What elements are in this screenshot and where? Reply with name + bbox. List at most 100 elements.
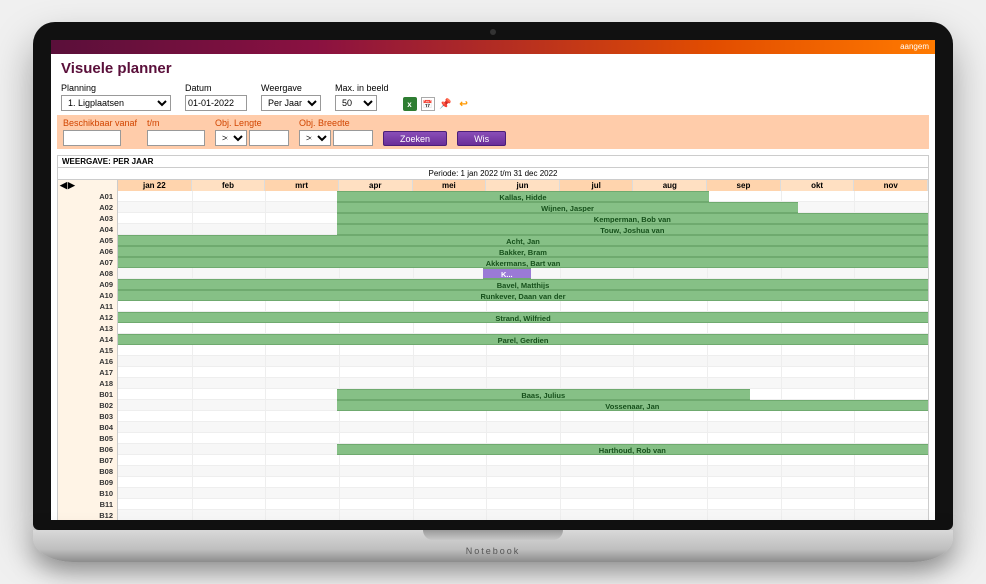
back-arrow-icon[interactable]: ↩ (457, 97, 471, 111)
periode-label: Periode: (429, 169, 459, 178)
beschikbaar-to-input[interactable] (147, 130, 205, 146)
pin-icon[interactable]: 📌 (439, 97, 453, 111)
row-label: B02 (58, 400, 118, 411)
row-label: B10 (58, 488, 118, 499)
row-label: A18 (58, 378, 118, 389)
gantt-bar[interactable]: Bakker, Bram (118, 246, 928, 257)
weergave-select[interactable]: Per Jaar (261, 95, 321, 111)
gantt-bar[interactable]: Acht, Jan (118, 235, 928, 246)
row-label: B06 (58, 444, 118, 455)
gantt-row: A01Kallas, Hidde (58, 191, 928, 202)
app-top-bar: aangem (51, 40, 935, 54)
gantt-row: A08K... (58, 268, 928, 279)
planning-select[interactable]: 1. Ligplaatsen (61, 95, 171, 111)
gantt-row: A05Acht, Jan (58, 235, 928, 246)
gantt-bar[interactable]: Harthoud, Rob van (337, 444, 928, 455)
beschikbaar-label: Beschikbaar vanaf (63, 118, 137, 128)
gantt-bar[interactable]: Touw, Joshua van (337, 224, 928, 235)
gantt-bar[interactable]: K... (483, 268, 532, 279)
scroll-left-icon[interactable]: ◀ (60, 180, 67, 191)
gantt-row: A14Parel, Gerdien (58, 334, 928, 345)
month-header-cell: apr (339, 180, 413, 191)
row-label: A05 (58, 235, 118, 246)
gantt-row: A15 (58, 345, 928, 356)
row-label: A11 (58, 301, 118, 312)
datum-input[interactable] (185, 95, 247, 111)
gantt-row: B02 Vossenaar, Jan (58, 400, 928, 411)
gantt-row: A13 (58, 323, 928, 334)
gantt-row: B01Baas, Julius (58, 389, 928, 400)
topbar-right-text: aangem (900, 42, 929, 51)
wis-button[interactable]: Wis (457, 131, 506, 146)
row-label: A16 (58, 356, 118, 367)
gantt-row: A17 (58, 367, 928, 378)
month-header-cell: mrt (265, 180, 339, 191)
export-excel-icon[interactable]: x (403, 97, 417, 111)
datum-label: Datum (185, 83, 247, 93)
month-header-cell: jul (560, 180, 634, 191)
gantt-row: B07 (58, 455, 928, 466)
gantt-row: B05 (58, 433, 928, 444)
row-label: B07 (58, 455, 118, 466)
gantt-bar[interactable]: Vossenaar, Jan (337, 400, 928, 411)
month-header-cell: okt (781, 180, 855, 191)
breedte-input[interactable] (333, 130, 373, 146)
calendar-icon[interactable]: 📅 (421, 97, 435, 111)
gantt-bar[interactable]: Kallas, Hidde (337, 191, 710, 202)
row-label: B04 (58, 422, 118, 433)
lengte-label: Obj. Lengte (215, 118, 289, 128)
row-label: A17 (58, 367, 118, 378)
laptop-brand: Notebook (466, 546, 521, 556)
search-controls: Beschikbaar vanaf t/m Obj. Lengte >= Obj… (57, 115, 929, 149)
gantt-bar[interactable]: Baas, Julius (337, 389, 750, 400)
max-label: Max. in beeld (335, 83, 389, 93)
gantt-row: B10 (58, 488, 928, 499)
gantt-bar[interactable]: Runkever, Daan van der (118, 290, 928, 301)
gantt-chart: WEERGAVE: PER JAAR Periode: 1 jan 2022 t… (57, 155, 929, 520)
gantt-row: A18 (58, 378, 928, 389)
row-label: A14 (58, 334, 118, 345)
row-label: A03 (58, 213, 118, 224)
month-header-cell: aug (633, 180, 707, 191)
breedte-label: Obj. Breedte (299, 118, 373, 128)
lengte-cmp[interactable]: >= (215, 130, 247, 146)
gantt-bar[interactable]: Parel, Gerdien (118, 334, 928, 345)
row-label: A07 (58, 257, 118, 268)
gantt-bar[interactable]: Strand, Wilfried (118, 312, 928, 323)
month-header-cell: feb (192, 180, 266, 191)
gantt-bar[interactable]: Akkermans, Bart van (118, 257, 928, 268)
gantt-row: B09 (58, 477, 928, 488)
gantt-row: A03 Kemperman, Bob van (58, 213, 928, 224)
gantt-row: A12Strand, Wilfried (58, 312, 928, 323)
row-label: A06 (58, 246, 118, 257)
gantt-bar[interactable]: Wijnen, Jasper (337, 202, 799, 213)
month-header-cell: mei (413, 180, 487, 191)
gantt-row: A09Bavel, Matthijs (58, 279, 928, 290)
row-label: B12 (58, 510, 118, 520)
weergave-label: Weergave (261, 83, 321, 93)
tm-label: t/m (147, 118, 205, 128)
row-label: B09 (58, 477, 118, 488)
beschikbaar-from-input[interactable] (63, 130, 121, 146)
row-label: B05 (58, 433, 118, 444)
row-label: B08 (58, 466, 118, 477)
gantt-bar[interactable]: Kemperman, Bob van (337, 213, 928, 224)
gantt-row: A04Touw, Joshua van (58, 224, 928, 235)
gantt-row: A06Bakker, Bram (58, 246, 928, 257)
row-label: B11 (58, 499, 118, 510)
gantt-row: A07Akkermans, Bart van (58, 257, 928, 268)
lengte-input[interactable] (249, 130, 289, 146)
month-header-cell: sep (707, 180, 781, 191)
gantt-row: B04 (58, 422, 928, 433)
zoeken-button[interactable]: Zoeken (383, 131, 447, 146)
gantt-row: B12 (58, 510, 928, 520)
gantt-row: A10Runkever, Daan van der (58, 290, 928, 301)
scroll-right-icon[interactable]: ▶ (68, 180, 75, 191)
gantt-row: B08 (58, 466, 928, 477)
gantt-bar[interactable]: Bavel, Matthijs (118, 279, 928, 290)
gantt-row: B11 (58, 499, 928, 510)
max-select[interactable]: 50 (335, 95, 377, 111)
row-label: A12 (58, 312, 118, 323)
month-header-cell: jun (486, 180, 560, 191)
breedte-cmp[interactable]: >= (299, 130, 331, 146)
